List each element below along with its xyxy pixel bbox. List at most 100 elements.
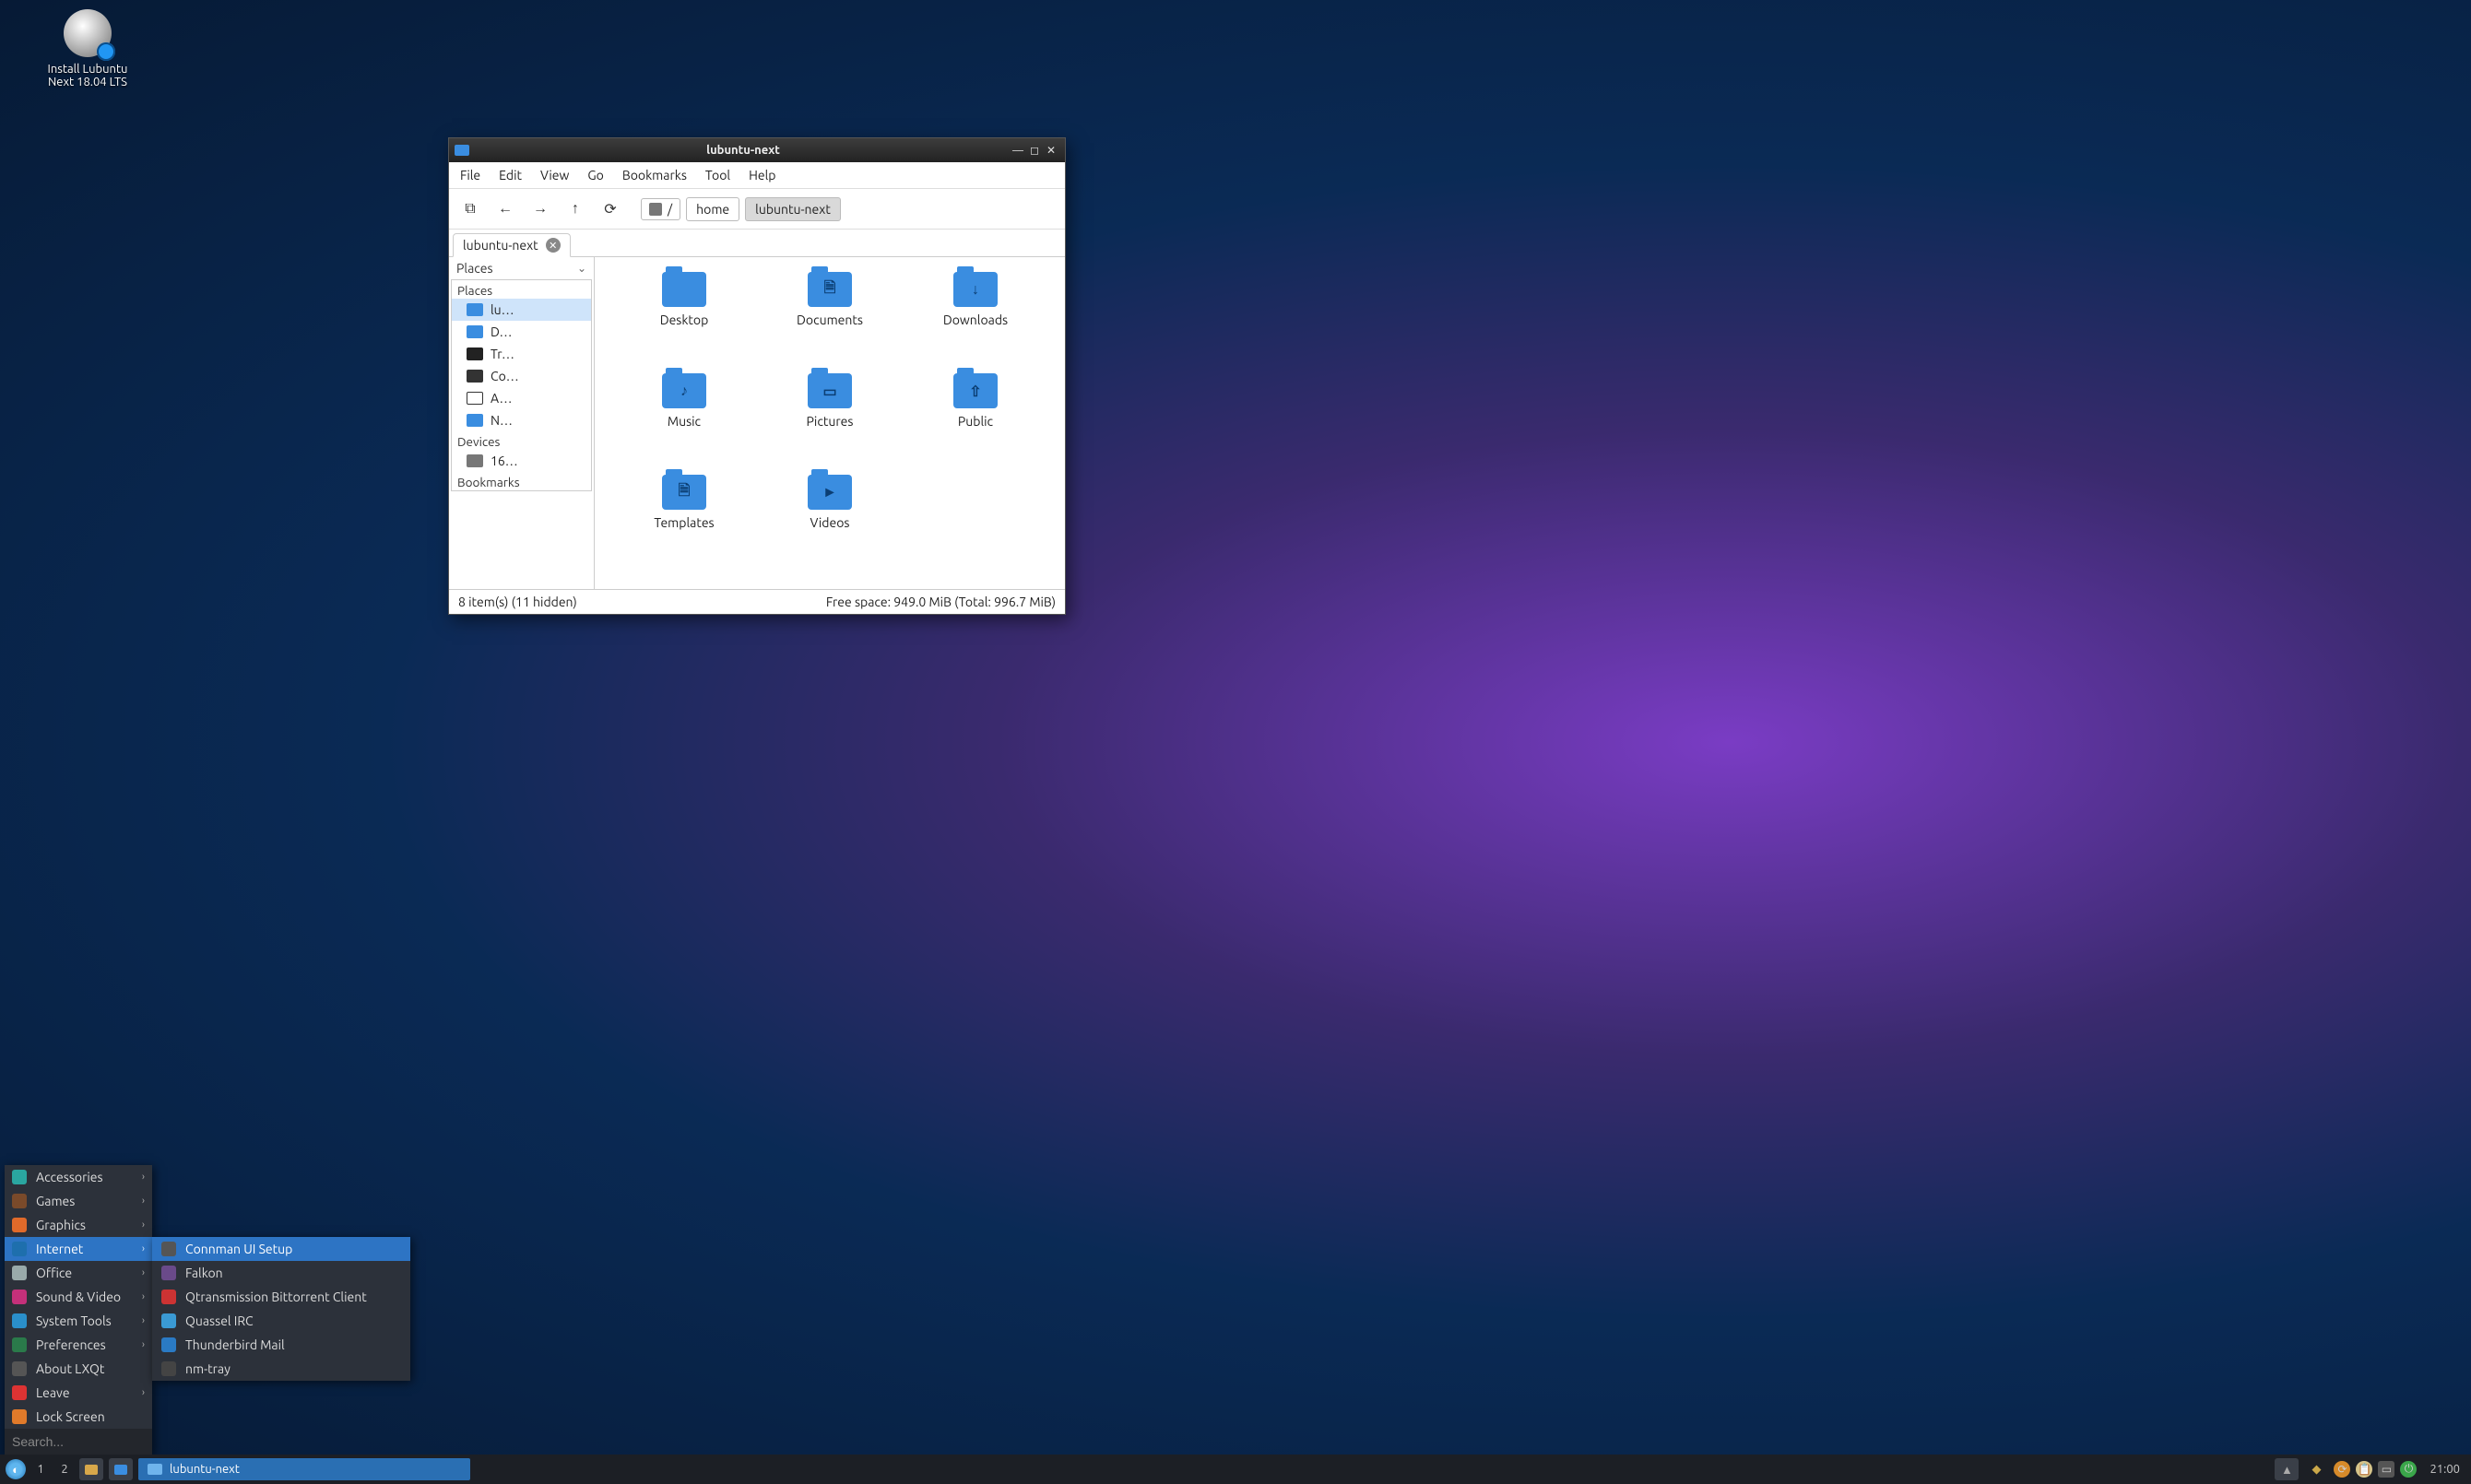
menu-category-graphics[interactable]: Graphics› <box>5 1213 152 1237</box>
submenu-item-thunderbird-mail[interactable]: Thunderbird Mail <box>152 1333 410 1357</box>
category-label: Office <box>36 1266 72 1280</box>
sidebar-header[interactable]: Places ⌄ <box>449 257 594 279</box>
desktop-switch-1[interactable]: 1 <box>31 1463 50 1476</box>
app-icon <box>161 1290 176 1304</box>
category-icon <box>12 1218 27 1232</box>
folder-public[interactable]: ⇧ Public <box>903 368 1048 469</box>
minimize-button[interactable]: — <box>1010 145 1026 157</box>
menu-help[interactable]: Help <box>749 168 775 183</box>
menu-category-office[interactable]: Office› <box>5 1261 152 1285</box>
chevron-right-icon: › <box>142 1243 145 1254</box>
folder-documents[interactable]: 🗎Documents <box>757 266 903 368</box>
desktop-switch-2[interactable]: 2 <box>55 1463 74 1476</box>
tab-bar: lubuntu-next ✕ <box>449 230 1065 257</box>
file-manager-window: lubuntu-next — ◻ ✕ File Edit View Go Boo… <box>448 137 1066 615</box>
folder-music[interactable]: ♪Music <box>611 368 757 469</box>
menu-category-sound-video[interactable]: Sound & Video› <box>5 1285 152 1309</box>
category-label: Sound & Video <box>36 1290 121 1304</box>
sidebar-item-home[interactable]: lu… <box>452 299 591 321</box>
menu-category-internet[interactable]: Internet› <box>5 1237 152 1261</box>
titlebar[interactable]: lubuntu-next — ◻ ✕ <box>449 138 1065 162</box>
folder-downloads[interactable]: ↓Downloads <box>903 266 1048 368</box>
sidebar-group-places: Places <box>452 280 591 299</box>
folder-label: Public <box>958 414 993 429</box>
chevron-right-icon: › <box>142 1172 145 1183</box>
tray-clipboard-icon[interactable]: 📋 <box>2356 1461 2372 1478</box>
folder-templates[interactable]: 🗎Templates <box>611 469 757 571</box>
show-desktop-button[interactable]: ▲ <box>2275 1458 2299 1480</box>
up-icon[interactable]: ↑ <box>563 197 587 221</box>
menu-category-lock-screen[interactable]: Lock Screen <box>5 1405 152 1429</box>
clock[interactable]: 21:00 <box>2430 1463 2460 1476</box>
tray-updater-icon[interactable]: ⟳ <box>2334 1461 2350 1478</box>
quicklaunch-filemanager[interactable] <box>79 1458 103 1480</box>
submenu-internet: Connman UI Setup Falkon Qtransmission Bitt… <box>152 1237 410 1381</box>
submenu-item-quassel-irc[interactable]: Quassel IRC <box>152 1309 410 1333</box>
computer-icon <box>467 370 483 383</box>
app-icon <box>161 1313 176 1328</box>
menu-edit[interactable]: Edit <box>499 168 522 183</box>
menu-category-accessories[interactable]: Accessories› <box>5 1165 152 1189</box>
menubar: File Edit View Go Bookmarks Tool Help <box>449 162 1065 189</box>
back-icon[interactable]: ← <box>493 197 517 221</box>
maximize-button[interactable]: ◻ <box>1026 144 1043 157</box>
menu-category-games[interactable]: Games› <box>5 1189 152 1213</box>
reload-icon[interactable]: ⟳ <box>598 197 622 221</box>
tab-close-icon[interactable]: ✕ <box>546 238 561 253</box>
sidebar-item-desktop[interactable]: D… <box>452 321 591 343</box>
sidebar-item-label: lu… <box>491 302 514 317</box>
menu-view[interactable]: View <box>540 168 569 183</box>
folder-desktop[interactable]: Desktop <box>611 266 757 368</box>
folder-videos[interactable]: ►Videos <box>757 469 903 571</box>
path-home[interactable]: home <box>686 197 739 221</box>
sidebar-item-network[interactable]: N… <box>452 409 591 431</box>
quicklaunch-browser[interactable] <box>109 1458 133 1480</box>
folder-icon: ▭ <box>808 373 852 408</box>
keyboard-indicator[interactable]: ◆ <box>2304 1458 2328 1480</box>
sidebar-item-volume[interactable]: 16… <box>452 450 591 472</box>
new-tab-icon[interactable]: ⧉ <box>458 197 482 221</box>
tray-display-icon[interactable]: ▭ <box>2378 1461 2394 1478</box>
category-label: Preferences <box>36 1337 106 1352</box>
folder-grid[interactable]: Desktop🗎Documents↓Downloads ♪Music▭Pictur… <box>595 257 1065 589</box>
submenu-item-connman-ui-setup[interactable]: Connman UI Setup <box>152 1237 410 1261</box>
category-icon <box>12 1242 27 1256</box>
desktop-shortcut-label: Install Lubuntu Next 18.04 LTS <box>28 63 148 88</box>
path-root[interactable]: / <box>641 198 680 220</box>
submenu-item-falkon[interactable]: Falkon <box>152 1261 410 1285</box>
menu-category-preferences[interactable]: Preferences › <box>5 1333 152 1357</box>
submenu-item-nm-tray[interactable]: nm-tray <box>152 1357 410 1381</box>
sidebar-item-label: Tr… <box>491 347 514 361</box>
start-button[interactable]: ◐ <box>6 1459 26 1479</box>
category-icon <box>12 1170 27 1184</box>
category-icon <box>12 1385 27 1400</box>
folder-icon: ► <box>808 475 852 510</box>
submenu-item-label: Connman UI Setup <box>185 1242 292 1256</box>
category-icon <box>12 1313 27 1328</box>
tab-lubuntu-next[interactable]: lubuntu-next ✕ <box>453 233 571 257</box>
taskbar-task-filemanager[interactable]: lubuntu-next <box>138 1458 470 1480</box>
menu-category-about-lxqt[interactable]: About LXQt <box>5 1357 152 1381</box>
tray-power-icon[interactable]: ⏻ <box>2400 1461 2417 1478</box>
category-label: Graphics <box>36 1218 86 1232</box>
submenu-item-qtransmission-bittorrent-client[interactable]: Qtransmission Bittorrent Client <box>152 1285 410 1309</box>
category-icon <box>12 1361 27 1376</box>
menu-file[interactable]: File <box>460 168 480 183</box>
sidebar-item-applications[interactable]: A… <box>452 387 591 409</box>
close-button[interactable]: ✕ <box>1043 144 1059 157</box>
desktop-shortcut-install[interactable]: Install Lubuntu Next 18.04 LTS <box>28 9 148 88</box>
menu-search-input[interactable] <box>5 1429 152 1455</box>
chevron-right-icon: › <box>142 1339 145 1350</box>
menu-category-leave[interactable]: Leave› <box>5 1381 152 1405</box>
menu-go[interactable]: Go <box>587 168 603 183</box>
sidebar-item-trash[interactable]: Tr… <box>452 343 591 365</box>
folder-pictures[interactable]: ▭Pictures <box>757 368 903 469</box>
submenu-item-label: Qtransmission Bittorrent Client <box>185 1290 367 1304</box>
forward-icon[interactable]: → <box>528 197 552 221</box>
sidebar-item-computer[interactable]: Co… <box>452 365 591 387</box>
folder-icon: ⇧ <box>953 373 998 408</box>
path-current[interactable]: lubuntu-next <box>745 197 841 221</box>
menu-category-system-tools[interactable]: System Tools› <box>5 1309 152 1333</box>
menu-tool[interactable]: Tool <box>705 168 730 183</box>
menu-bookmarks[interactable]: Bookmarks <box>622 168 687 183</box>
